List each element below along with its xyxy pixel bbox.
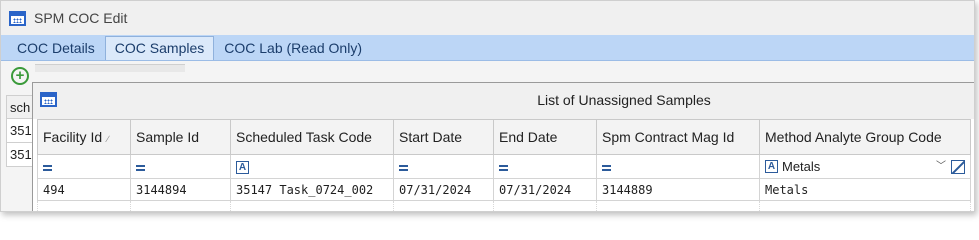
empty-cell bbox=[759, 200, 971, 211]
equals-icon[interactable] bbox=[399, 164, 408, 171]
cell-method-analyte-group-code[interactable]: Metals bbox=[759, 178, 971, 201]
filter-value[interactable]: Metals bbox=[782, 159, 934, 174]
column-header-start-date[interactable]: Start Date bbox=[393, 119, 494, 155]
sort-ascending-icon: ∕ bbox=[107, 134, 109, 144]
cell-start-date[interactable]: 07/31/2024 bbox=[393, 178, 494, 201]
table-row[interactable]: 494 3144894 35147 Task_0724_002 07/31/20… bbox=[37, 178, 971, 201]
empty-row bbox=[37, 200, 971, 211]
cell-scheduled-task-code[interactable]: 35147 Task_0724_002 bbox=[230, 178, 394, 201]
window-titlebar: SPM COC Edit bbox=[1, 1, 974, 35]
filter-start-date[interactable] bbox=[393, 154, 494, 179]
chevron-down-icon[interactable]: ﹀ bbox=[934, 160, 948, 174]
grid-header-row: Facility Id ∕ Sample Id Scheduled Task Co… bbox=[37, 119, 971, 155]
main-window: SPM COC Edit COC Details COC Samples COC… bbox=[0, 0, 975, 212]
empty-cell bbox=[596, 200, 760, 211]
filter-end-date[interactable] bbox=[493, 154, 597, 179]
empty-cell bbox=[493, 200, 597, 211]
filter-scheduled-task-code[interactable]: A bbox=[230, 154, 394, 179]
column-header-scheduled-task-code[interactable]: Scheduled Task Code bbox=[230, 119, 394, 155]
empty-cell bbox=[37, 200, 131, 211]
column-header-method-analyte-group-code[interactable]: Method Analyte Group Code bbox=[759, 119, 971, 155]
text-a-icon[interactable]: A bbox=[765, 160, 778, 173]
tab-strip: COC Details COC Samples COC Lab (Read On… bbox=[1, 35, 974, 61]
window-title: SPM COC Edit bbox=[34, 10, 128, 26]
text-a-icon[interactable]: A bbox=[236, 161, 249, 175]
filter-spm-contract-mag-id[interactable] bbox=[596, 154, 760, 179]
filter-method-analyte-group-code[interactable]: A Metals ﹀ bbox=[759, 154, 971, 179]
cell-spm-contract-mag-id[interactable]: 3144889 bbox=[596, 178, 760, 201]
column-header-end-date[interactable]: End Date bbox=[493, 119, 597, 155]
tab-coc-samples[interactable]: COC Samples bbox=[104, 36, 215, 60]
column-header-spm-contract-mag-id[interactable]: Spm Contract Mag Id bbox=[596, 119, 760, 155]
cell-sample-id[interactable]: 3144894 bbox=[130, 178, 231, 201]
empty-cell bbox=[130, 200, 231, 211]
equals-icon[interactable] bbox=[499, 164, 508, 171]
dialog-title: List of Unassigned Samples bbox=[537, 92, 711, 108]
clear-filter-icon[interactable] bbox=[951, 159, 965, 174]
column-header-sample-id[interactable]: Sample Id bbox=[130, 119, 231, 155]
dialog-titlebar: List of Unassigned Samples bbox=[33, 83, 974, 119]
filter-row: A A Metals ﹀ bbox=[37, 154, 971, 179]
equals-icon[interactable] bbox=[602, 164, 611, 171]
plus-circle-icon[interactable]: + bbox=[11, 67, 29, 85]
equals-icon[interactable] bbox=[43, 164, 52, 171]
unassigned-samples-dialog: List of Unassigned Samples Facility Id ∕ … bbox=[32, 82, 974, 211]
toolbar-strip bbox=[35, 64, 185, 72]
tab-coc-details[interactable]: COC Details bbox=[7, 36, 105, 60]
empty-cell bbox=[393, 200, 494, 211]
filter-select[interactable]: A Metals ﹀ bbox=[765, 159, 965, 174]
column-header-label: Facility Id bbox=[43, 129, 103, 145]
filter-sample-id[interactable] bbox=[130, 154, 231, 179]
tab-coc-lab[interactable]: COC Lab (Read Only) bbox=[214, 36, 372, 60]
unassigned-samples-grid: Facility Id ∕ Sample Id Scheduled Task Co… bbox=[37, 119, 971, 211]
empty-cell bbox=[230, 200, 394, 211]
calendar-grid-icon bbox=[9, 10, 26, 26]
filter-facility-id[interactable] bbox=[37, 154, 131, 179]
cell-facility-id[interactable]: 494 bbox=[37, 178, 131, 201]
equals-icon[interactable] bbox=[136, 164, 145, 171]
cell-end-date[interactable]: 07/31/2024 bbox=[493, 178, 597, 201]
column-header-facility-id[interactable]: Facility Id ∕ bbox=[37, 119, 131, 155]
